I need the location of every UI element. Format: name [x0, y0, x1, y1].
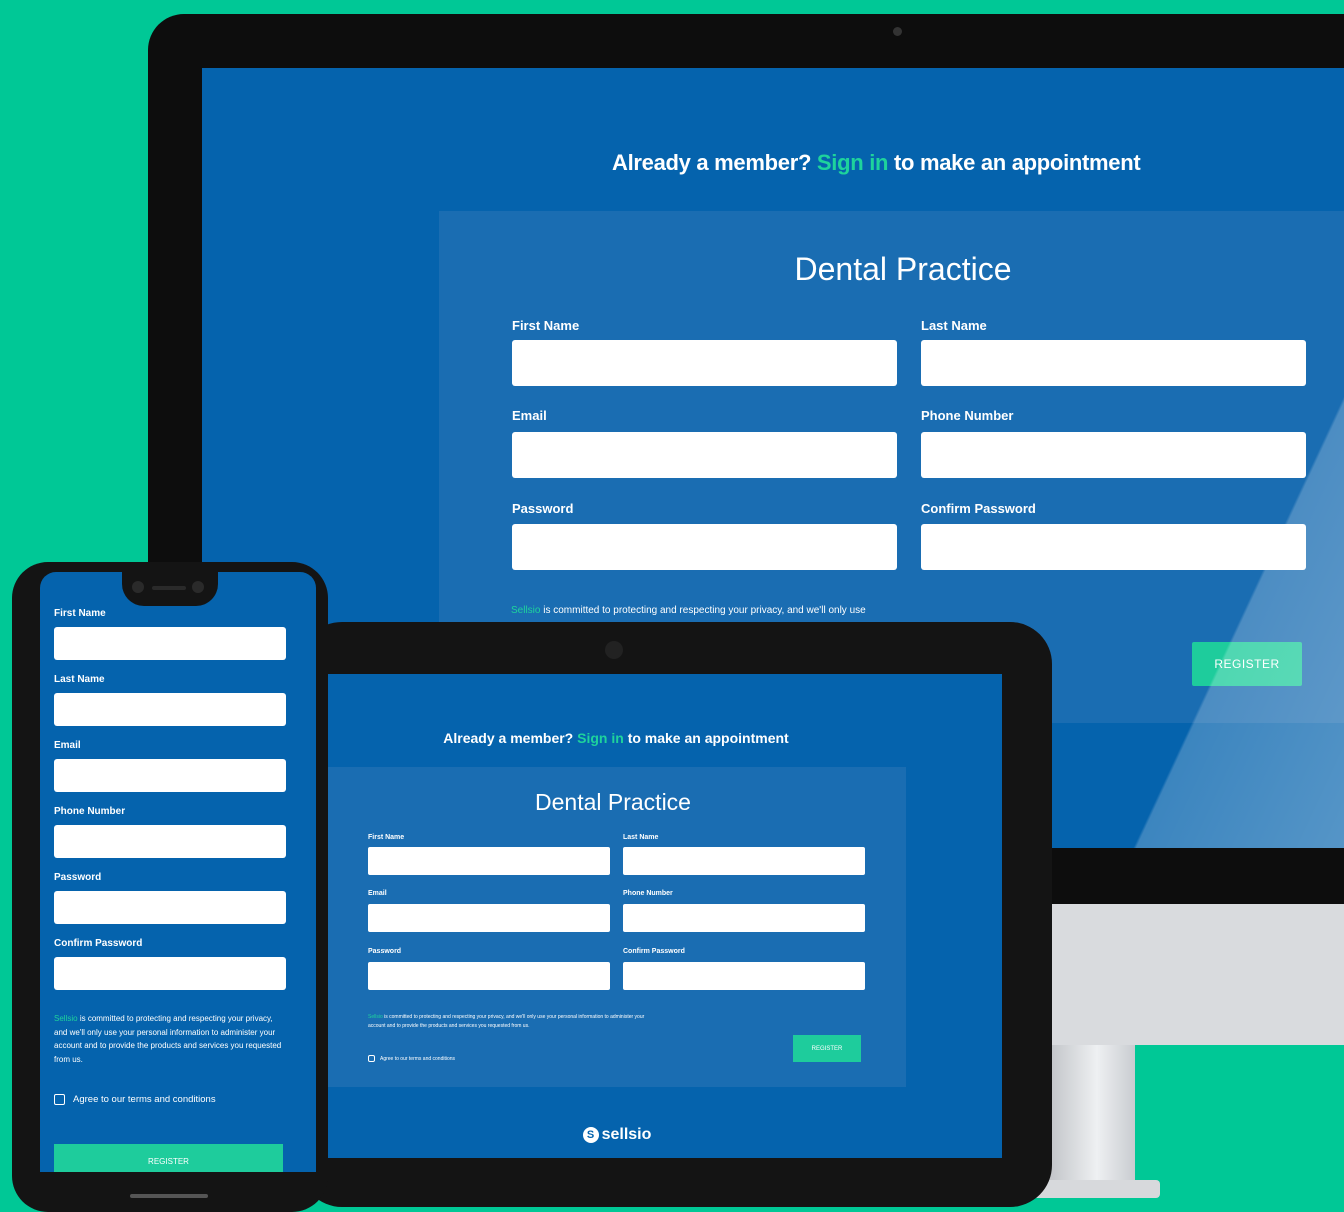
first-name-input[interactable] — [368, 847, 610, 875]
password-input[interactable] — [368, 962, 610, 990]
terms-checkbox[interactable] — [368, 1055, 375, 1062]
last-name-input[interactable] — [921, 340, 1306, 386]
phone-input[interactable] — [921, 432, 1306, 478]
sellsio-logo-icon: S — [582, 1126, 599, 1143]
first-name-label: First Name — [368, 834, 405, 841]
phone-screen: First Name Last Name Email Phone Number … — [40, 572, 316, 1172]
email-input[interactable] — [54, 759, 286, 792]
monitor-stand — [1040, 1020, 1135, 1190]
register-button[interactable]: REGISTER — [54, 1144, 283, 1172]
phone-input[interactable] — [623, 904, 865, 932]
privacy-brand: Sellsio — [511, 605, 541, 616]
signin-link[interactable]: Sign in — [577, 730, 624, 746]
confirm-password-label: Confirm Password — [54, 938, 143, 949]
privacy-text: is committed to protecting and respectin… — [368, 1014, 645, 1029]
email-input[interactable] — [512, 432, 897, 478]
signin-prompt-suffix: to make an appointment — [893, 150, 1141, 175]
register-button[interactable]: REGISTER — [1192, 642, 1302, 686]
last-name-input[interactable] — [623, 847, 865, 875]
signin-prompt-prefix: Already a member? — [612, 150, 812, 175]
terms-checkbox[interactable] — [54, 1094, 65, 1105]
tablet-signin-prompt: Already a member? Sign in to make an app… — [328, 730, 904, 746]
tablet-screen: Already a member? Sign in to make an app… — [328, 674, 1002, 1158]
register-button[interactable]: REGISTER — [793, 1035, 861, 1062]
email-label: Email — [512, 408, 547, 423]
password-label: Password — [368, 948, 402, 955]
first-name-label: First Name — [54, 608, 106, 619]
email-input[interactable] — [368, 904, 610, 932]
logo-text: sellsio — [601, 1126, 652, 1143]
signin-prompt-prefix: Already a member? — [443, 730, 574, 746]
terms-label: Agree to our terms and conditions — [380, 1055, 456, 1062]
phone-label: Phone Number — [623, 890, 673, 897]
terms-row[interactable]: Agree to our terms and conditions — [54, 1094, 216, 1105]
confirm-password-input[interactable] — [623, 962, 865, 990]
first-name-input[interactable] — [512, 340, 897, 386]
monitor-camera — [893, 27, 902, 36]
email-label: Email — [54, 740, 81, 751]
signin-prompt-suffix: to make an appointment — [627, 730, 789, 746]
password-input[interactable] — [512, 524, 897, 570]
phone-speaker — [152, 586, 186, 590]
last-name-label: Last Name — [54, 674, 105, 685]
first-name-input[interactable] — [54, 627, 286, 660]
privacy-brand: Sellsio — [54, 1014, 78, 1023]
last-name-label: Last Name — [921, 318, 987, 333]
last-name-label: Last Name — [623, 834, 659, 841]
phone-home-indicator — [130, 1194, 208, 1198]
phone-label: Phone Number — [921, 408, 1014, 423]
phone-input[interactable] — [54, 825, 286, 858]
form-title: Dental Practice — [794, 251, 1012, 287]
last-name-input[interactable] — [54, 693, 286, 726]
first-name-label: First Name — [512, 318, 580, 333]
phone-label: Phone Number — [54, 806, 126, 817]
password-label: Password — [512, 501, 574, 516]
signin-link[interactable]: Sign in — [817, 150, 889, 175]
privacy-notice: Sellsio is committed to protecting and r… — [54, 1012, 286, 1066]
password-input[interactable] — [54, 891, 286, 924]
phone-sensor — [192, 581, 204, 593]
terms-label: Agree to our terms and conditions — [73, 1094, 216, 1105]
tablet-camera — [605, 641, 623, 659]
confirm-password-label: Confirm Password — [623, 948, 685, 955]
confirm-password-label: Confirm Password — [921, 501, 1036, 516]
password-label: Password — [54, 872, 102, 883]
tablet-registration-form: Dental Practice First Name Last Name Ema… — [328, 767, 906, 1087]
confirm-password-input[interactable] — [54, 957, 286, 990]
terms-row[interactable]: Agree to our terms and conditions — [368, 1055, 455, 1062]
privacy-text: is committed to protecting and respectin… — [543, 605, 866, 616]
form-title: Dental Practice — [535, 789, 691, 815]
privacy-notice: Sellsio is committed to protecting and r… — [511, 605, 866, 616]
confirm-password-input[interactable] — [921, 524, 1306, 570]
desktop-signin-prompt: Already a member? Sign in to make an app… — [202, 150, 1344, 176]
sellsio-logo: Ssellsio — [328, 1126, 906, 1144]
privacy-notice: Sellsio is committed to protecting and r… — [368, 1013, 648, 1031]
privacy-text: is committed to protecting and respectin… — [54, 1014, 282, 1064]
privacy-brand: Sellsio — [368, 1014, 383, 1020]
email-label: Email — [368, 890, 387, 897]
phone-front-camera — [132, 581, 144, 593]
